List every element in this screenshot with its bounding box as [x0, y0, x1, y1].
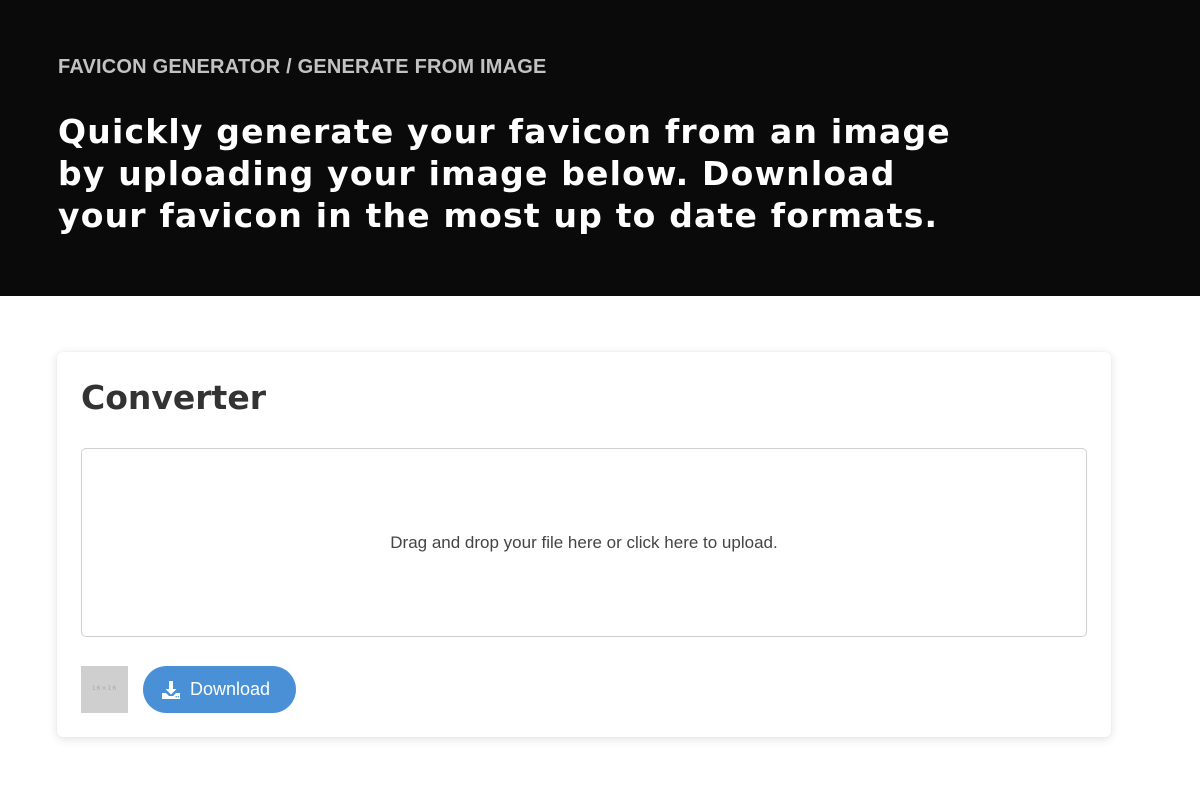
- download-label: Download: [190, 679, 271, 699]
- favicon-preview: 16×16: [81, 666, 128, 713]
- download-icon: [162, 680, 180, 699]
- preview-size-label: 16×16: [91, 685, 118, 692]
- download-button[interactable]: Download: [143, 666, 296, 713]
- converter-card: Converter Drag and drop your file here o…: [57, 352, 1111, 737]
- page-headline: Quickly generate your favicon from an im…: [58, 112, 951, 235]
- dropzone-instructions: Drag and drop your file here or click he…: [390, 533, 778, 552]
- hero-banner: FAVICON GENERATOR / GENERATE FROM IMAGE …: [0, 0, 1200, 296]
- converter-title: Converter: [81, 378, 266, 417]
- breadcrumb: FAVICON GENERATOR / GENERATE FROM IMAGE: [58, 56, 547, 78]
- file-dropzone[interactable]: Drag and drop your file here or click he…: [81, 448, 1087, 637]
